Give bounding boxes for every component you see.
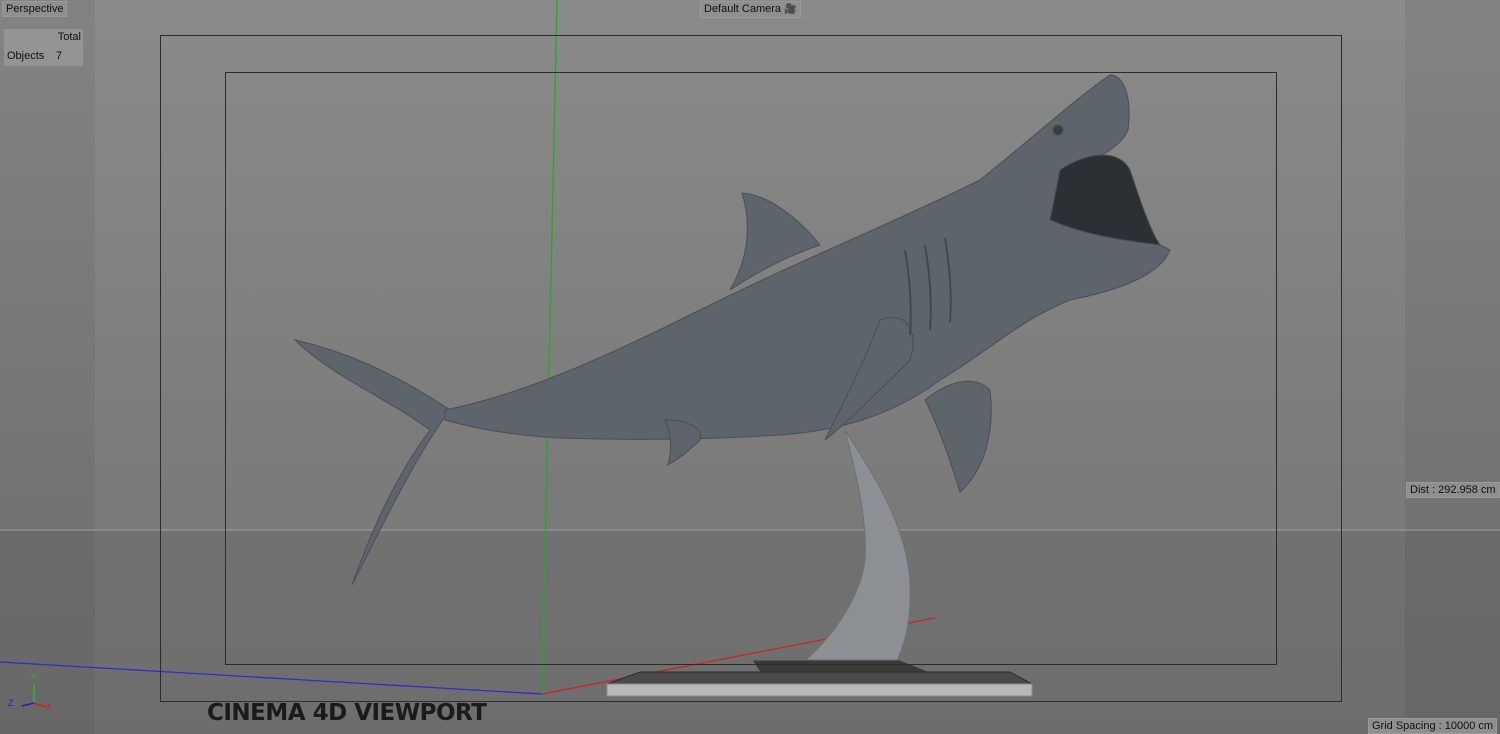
- distance-readout: Dist : 292.958 cm: [1406, 482, 1500, 498]
- grid-spacing-text: Grid Spacing : 10000 cm: [1372, 720, 1494, 732]
- hud-objects-count: 7: [56, 50, 63, 62]
- hud-info-box: Total Objects 7: [4, 29, 83, 66]
- distance-text: Dist : 292.958 cm: [1410, 484, 1496, 496]
- view-name-text: Perspective: [6, 3, 64, 15]
- axis-x-label: X: [46, 701, 53, 711]
- camera-icon: 🎥: [784, 4, 797, 15]
- title-safe-frame: [225, 72, 1277, 665]
- axis-y-label: Y: [31, 672, 38, 682]
- axis-gizmo: [21, 684, 47, 708]
- grid-spacing-readout: Grid Spacing : 10000 cm: [1368, 718, 1498, 734]
- hud-total-header: Total: [57, 31, 81, 43]
- 3d-viewport[interactable]: Perspective Total Objects 7 Default Came…: [0, 0, 1500, 734]
- viewport-caption: CINEMA 4D VIEWPORT: [207, 700, 487, 726]
- axis-z-label: Z: [8, 698, 14, 708]
- hud-objects-label: Objects: [7, 50, 45, 62]
- view-name-label[interactable]: Perspective: [2, 1, 68, 17]
- camera-label-text: Default Camera: [704, 3, 782, 15]
- camera-label[interactable]: Default Camera 🎥: [700, 1, 801, 18]
